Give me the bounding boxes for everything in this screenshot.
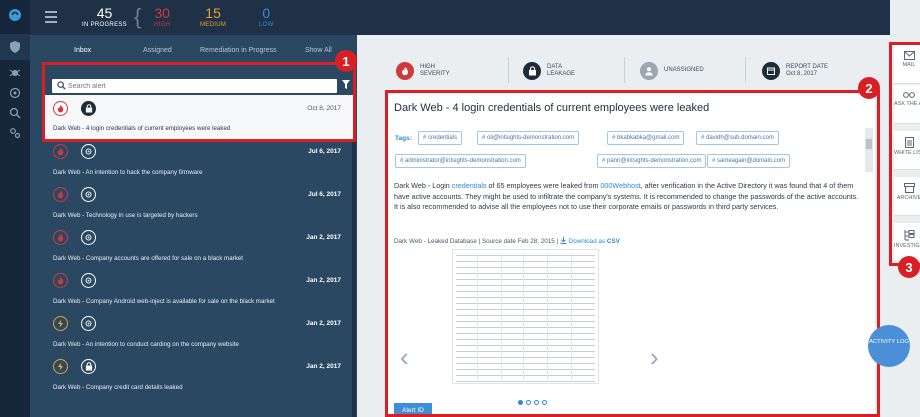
inbox-scrollbar[interactable] <box>352 140 356 417</box>
medium-count: 15 <box>205 5 221 21</box>
alert-title: Dark Web - An intention to conduct cardi… <box>53 341 239 348</box>
flame-icon <box>53 187 68 202</box>
medium-label: MEDIUM <box>200 22 227 28</box>
low-count: 0 <box>262 5 271 21</box>
low-label: LOW <box>259 22 274 28</box>
type-item: DATA LEAKAGE <box>523 62 575 80</box>
header-divider <box>508 57 509 83</box>
menu-icon[interactable] <box>45 11 57 26</box>
user-avatar-icon <box>640 62 658 80</box>
high-count: 30 <box>154 5 170 21</box>
tab-assigned[interactable]: Assigned <box>143 47 172 54</box>
tab-inbox[interactable]: Inbox <box>74 47 91 54</box>
flame-icon <box>53 273 68 288</box>
header-divider <box>624 57 625 83</box>
annotation-badge-1: 1 <box>335 50 357 72</box>
alert-date: Jan 2, 2017 <box>306 363 341 370</box>
tab-show-all[interactable]: Show All <box>305 47 332 54</box>
activity-log-button[interactable]: ACTIVITY LOG <box>868 325 910 367</box>
report-date-item: REPORT DATE Oct 8, 2017 <box>762 62 828 80</box>
alert-title: Dark Web - An intention to hack the comp… <box>53 169 203 176</box>
alert-date: Jan 2, 2017 <box>306 234 341 241</box>
severity-item: HIGH SEVERITY <box>396 62 450 80</box>
alert-date: Jul 6, 2017 <box>308 148 341 155</box>
highlight-box-1 <box>42 62 356 142</box>
crosshair-icon <box>81 273 96 288</box>
severity-label: HIGH <box>420 63 435 70</box>
in-progress-count: 45 <box>96 5 113 21</box>
bolt-icon <box>53 316 68 331</box>
crosshair-icon <box>81 144 96 159</box>
stat-low[interactable]: 0 LOW <box>259 6 274 28</box>
report-date-value: Oct 8, 2017 <box>786 71 818 77</box>
lock-icon <box>81 359 96 374</box>
settings-icon[interactable] <box>0 120 30 146</box>
flame-icon <box>53 230 68 245</box>
lock-icon <box>523 62 541 80</box>
in-progress-label: IN PROGRESS <box>82 22 127 28</box>
alert-list-item[interactable]: Jan 2, 2017 Dark Web - Company credit car… <box>43 353 353 397</box>
inbox-tabs: Inbox Assigned Remediation in Progress S… <box>30 47 357 61</box>
crosshair-icon <box>81 230 96 245</box>
highlight-box-2 <box>385 90 880 417</box>
shield-icon[interactable] <box>0 34 30 60</box>
type-sub: LEAKAGE <box>547 71 576 77</box>
assignee-label: UNASSIGNED <box>664 67 704 74</box>
alert-date: Jan 2, 2017 <box>306 320 341 327</box>
alert-date: Jul 6, 2017 <box>308 191 341 198</box>
alert-title: Dark Web - Company accounts are offered … <box>53 255 243 262</box>
top-bar: 45 IN PROGRESS { 30 HIGH 15 MEDIUM 0 LOW <box>30 0 890 35</box>
flame-icon <box>53 144 68 159</box>
stat-in-progress[interactable]: 45 IN PROGRESS <box>82 6 127 28</box>
annotation-badge-3: 3 <box>898 256 920 278</box>
header-divider <box>745 57 746 83</box>
tab-remediation[interactable]: Remediation in Progress <box>200 47 277 54</box>
assignee-item[interactable]: UNASSIGNED <box>640 62 704 80</box>
left-rail <box>0 0 30 417</box>
severity-sub: SEVERITY <box>420 71 450 77</box>
annotation-badge-2: 2 <box>858 77 880 99</box>
alert-title: Dark Web - Company Android web-inject is… <box>53 298 275 305</box>
stat-medium[interactable]: 15 MEDIUM <box>200 6 226 28</box>
alert-list-item[interactable]: Jan 2, 2017 Dark Web - An intention to co… <box>43 310 353 354</box>
alert-title: Dark Web - Technology in use is targeted… <box>53 212 198 219</box>
brace-divider: { <box>134 4 142 29</box>
alert-list-item[interactable]: Jan 2, 2017 Dark Web - Company Android we… <box>43 267 353 311</box>
alert-list-item[interactable]: Jul 6, 2017 Dark Web - An intention to ha… <box>43 138 353 182</box>
report-date-label: REPORT DATE <box>786 63 829 70</box>
highlight-box-3 <box>889 42 920 266</box>
crosshair-icon <box>81 187 96 202</box>
logo-icon[interactable] <box>0 2 30 28</box>
high-label: HIGH <box>154 22 171 28</box>
stat-high[interactable]: 30 HIGH <box>154 6 170 28</box>
crosshair-icon <box>81 316 96 331</box>
alert-list-item[interactable]: Jan 2, 2017 Dark Web - Company accounts a… <box>43 224 353 268</box>
calendar-icon <box>762 62 780 80</box>
alert-list-item[interactable]: Jul 6, 2017 Dark Web - Technology in use … <box>43 181 353 225</box>
type-label: DATA <box>547 63 563 70</box>
bolt-icon <box>53 359 68 374</box>
alert-date: Jan 2, 2017 <box>306 277 341 284</box>
flame-icon <box>396 62 414 80</box>
alert-title: Dark Web - Company credit card details l… <box>53 384 183 391</box>
